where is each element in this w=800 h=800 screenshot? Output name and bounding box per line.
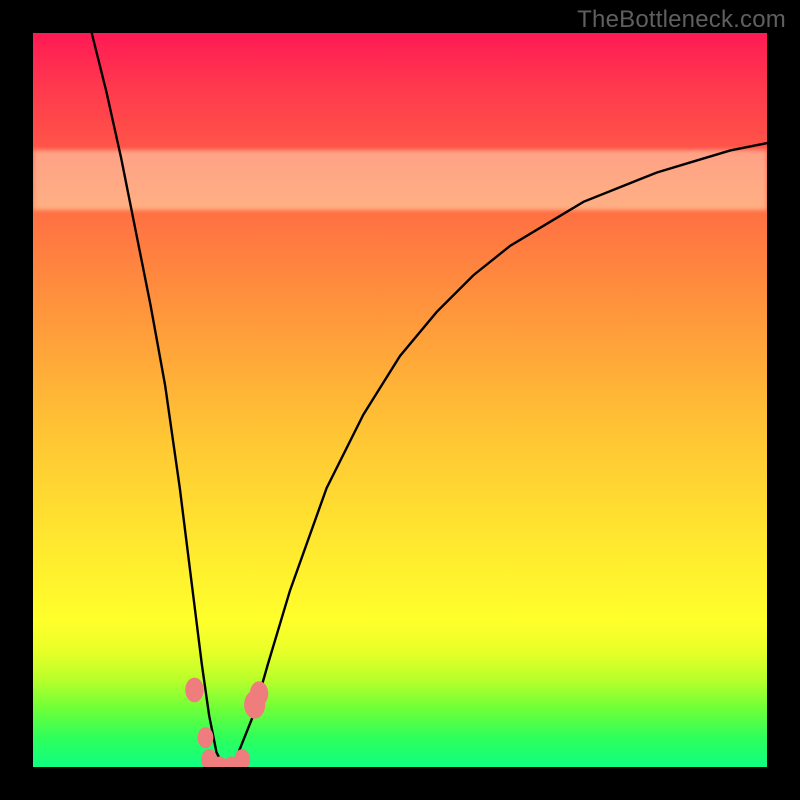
data-marker <box>185 678 204 703</box>
curve-layer <box>33 33 767 767</box>
bottleneck-curve-path <box>92 33 767 767</box>
plot-area <box>33 33 767 767</box>
chart-frame: TheBottleneck.com <box>0 0 800 800</box>
data-marker <box>198 727 214 748</box>
data-marker <box>234 749 250 767</box>
watermark-text: TheBottleneck.com <box>577 6 786 34</box>
data-marker <box>250 681 269 706</box>
marker-group <box>185 678 268 767</box>
